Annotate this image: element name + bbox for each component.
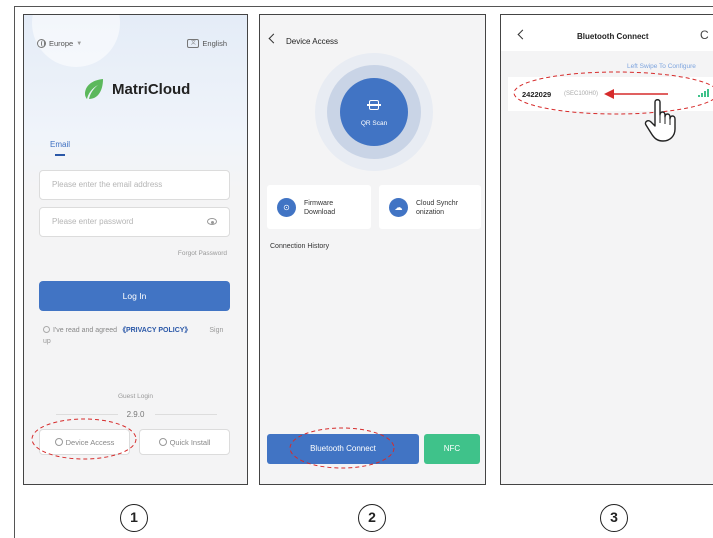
agree-checkbox[interactable]	[43, 326, 50, 333]
region-label: Europe	[49, 39, 74, 48]
tab-email[interactable]: Email	[50, 140, 70, 149]
quick-install-button[interactable]: Quick Install	[139, 429, 230, 455]
download-icon: ⊙	[277, 198, 296, 217]
firmware-label: Firmware Download	[304, 200, 336, 216]
settings-icon	[158, 438, 167, 446]
scan-icon	[367, 100, 381, 110]
leaf-logo-icon	[85, 79, 103, 99]
swipe-hint: Left Swipe To Configure	[627, 63, 696, 70]
tab-indicator	[55, 154, 65, 156]
step-number-1: 1	[120, 504, 148, 532]
device-id: 2422029	[522, 90, 552, 99]
qr-scan-button[interactable]: QR Scan	[340, 78, 408, 146]
region-selector[interactable]: Europe ▼	[37, 39, 82, 48]
signal-strength-icon	[698, 89, 709, 97]
device-access-screen: Device Access QR Scan ⊙ Firmware Download…	[259, 14, 486, 485]
bluetooth-connect-button[interactable]: Bluetooth Connect	[267, 434, 419, 464]
language-label: English	[202, 39, 227, 48]
bluetooth-connect-screen: Bluetooth Connect C Left Swipe To Config…	[500, 14, 713, 485]
qr-scan-label: QR Scan	[360, 120, 388, 127]
language-icon: 文	[187, 39, 200, 48]
nfc-button[interactable]: NFC	[424, 434, 480, 464]
privacy-policy-link[interactable]: 《PRIVACY POLICY》	[119, 327, 191, 334]
back-icon[interactable]	[268, 33, 279, 44]
step-number-3: 3	[600, 504, 628, 532]
device-access-label: Device Access	[65, 437, 115, 447]
settings-icon	[54, 438, 63, 446]
caret-down-icon: ▼	[76, 40, 83, 47]
agree-text: I've read and agreed	[53, 327, 117, 334]
password-placeholder: Please enter password	[52, 217, 134, 226]
eye-icon[interactable]	[207, 218, 217, 225]
device-access-button[interactable]: Device Access	[39, 429, 130, 455]
cloud-icon: ☁	[389, 198, 408, 217]
email-input[interactable]: Please enter the email address	[39, 170, 230, 200]
page-title: Bluetooth Connect	[577, 32, 649, 41]
guest-login-label: Guest Login	[117, 393, 154, 400]
device-list-item[interactable]: 2422029 (SEC100H0)	[508, 77, 713, 111]
login-button[interactable]: Log In	[39, 281, 230, 311]
globe-icon	[37, 39, 46, 48]
quick-install-label: Quick Install	[169, 437, 211, 447]
refresh-icon[interactable]: C	[700, 28, 709, 42]
cloud-sync-card[interactable]: ☁ Cloud Synchr onization	[379, 185, 481, 229]
connection-history-heading: Connection History	[270, 243, 330, 250]
password-input[interactable]: Please enter password	[39, 207, 230, 237]
firmware-download-card[interactable]: ⊙ Firmware Download	[267, 185, 371, 229]
app-logo: MatriCloud	[82, 77, 190, 101]
app-version: 2.9.0	[126, 410, 145, 419]
login-screen: Europe ▼ 文 English MatriCloud Email Plea…	[23, 14, 248, 485]
agreement-row: I've read and agreed 《PRIVACY POLICY》 Si…	[43, 325, 233, 347]
language-selector[interactable]: 文 English	[187, 39, 227, 48]
brand-name: MatriCloud	[112, 80, 191, 98]
device-model: (SEC100H0)	[564, 91, 599, 97]
forgot-password-link[interactable]: Forgot Password	[178, 250, 227, 257]
cloud-sync-label: Cloud Synchr onization	[416, 200, 459, 216]
step-number-2: 2	[358, 504, 386, 532]
page-title: Device Access	[286, 37, 339, 46]
